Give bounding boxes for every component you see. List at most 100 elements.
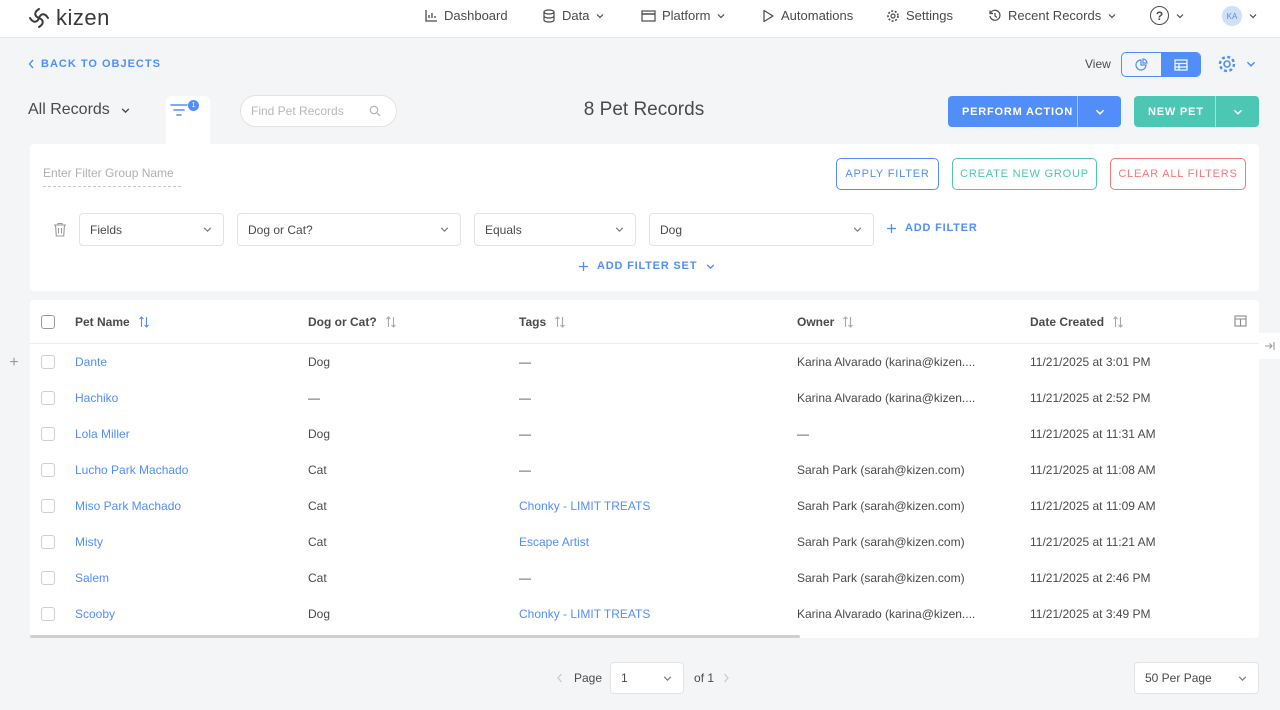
row-checkbox[interactable] (41, 391, 55, 405)
column-header-dog-or-cat[interactable]: Dog or Cat? (308, 315, 397, 329)
filter-icon (170, 104, 188, 116)
gear-icon (1218, 55, 1236, 73)
cell-tags[interactable]: Chonky - LIMIT TREATS (519, 499, 650, 513)
field-type-select[interactable]: Fields (79, 213, 224, 246)
sort-icon[interactable] (385, 316, 397, 328)
group-selector[interactable]: All Records (28, 101, 131, 119)
nav-recent-records[interactable]: Recent Records (988, 0, 1117, 31)
cell-type: Cat (308, 463, 327, 477)
row-checkbox[interactable] (41, 499, 55, 513)
table-row[interactable]: Lola Miller Dog — — 11/21/2025 at 11:31 AM (30, 416, 1259, 452)
table-row[interactable]: Misty Cat Escape Artist Sarah Park (sarah@k… (30, 524, 1259, 560)
trash-icon[interactable] (53, 222, 67, 237)
value-select[interactable]: Dog (649, 213, 874, 246)
nav-dashboard[interactable]: Dashboard (424, 0, 508, 31)
table-row[interactable]: Lucho Park Machado Cat — Sarah Park (sarah@… (30, 452, 1259, 488)
pie-chart-icon (1135, 58, 1148, 71)
select-all-checkbox[interactable] (41, 315, 55, 329)
table-row[interactable]: Salem Cat — Sarah Park (sarah@kizen.com) 11/… (30, 560, 1259, 596)
new-pet-button[interactable]: NEW PET (1134, 96, 1215, 127)
table-row[interactable]: Hachiko — — Karina Alvarado (karina@kizen..… (30, 380, 1259, 416)
search-input[interactable] (251, 104, 369, 118)
table-row[interactable]: Miso Park Machado Cat Chonky - LIMIT TREAT… (30, 488, 1259, 524)
back-to-objects-link[interactable]: BACK TO OBJECTS (28, 58, 161, 70)
sort-icon[interactable] (138, 316, 150, 328)
page-select[interactable]: 1 (610, 662, 685, 694)
cell-owner: — (797, 427, 809, 441)
add-filter-set-button[interactable]: ADD FILTER SET (578, 260, 716, 272)
cell-owner: Karina Alvarado (karina@kizen.... (797, 355, 976, 369)
filter-count-badge: 1 (188, 100, 199, 111)
cell-date: 11/21/2025 at 2:52 PM (1030, 391, 1151, 405)
clear-all-filters-button[interactable]: CLEAR ALL FILTERS (1110, 158, 1246, 190)
new-pet-dropdown[interactable] (1216, 96, 1259, 127)
filter-group-name-input[interactable]: Enter Filter Group Name (43, 166, 181, 187)
row-checkbox[interactable] (41, 355, 55, 369)
nav-automations[interactable]: Automations (762, 0, 853, 31)
help-menu[interactable]: ? (1150, 0, 1185, 31)
nav-platform[interactable]: Platform (641, 0, 726, 31)
per-page-select[interactable]: 50 Per Page (1134, 662, 1259, 694)
kizen-logo[interactable]: kizen (28, 5, 110, 31)
cell-type: Cat (308, 499, 327, 513)
column-label: Date Created (1030, 315, 1105, 329)
avatar[interactable]: KA (1222, 6, 1242, 26)
horizontal-scrollbar[interactable] (30, 635, 800, 638)
chart-view-button[interactable] (1122, 53, 1161, 76)
cell-owner: Sarah Park (sarah@kizen.com) (797, 499, 965, 513)
records-table: Pet Name Dog or Cat? Tags Owner Date Cre… (30, 300, 1259, 638)
pagination: Page 1 of 1 (556, 662, 730, 694)
table-row[interactable]: Scooby Dog Chonky - LIMIT TREATS Karina Alv… (30, 596, 1259, 632)
cell-tags[interactable]: Escape Artist (519, 535, 589, 549)
chevron-left-icon[interactable] (556, 673, 564, 683)
cell-owner: Karina Alvarado (karina@kizen.... (797, 391, 976, 405)
chevron-down-icon (597, 13, 604, 18)
perform-action-button[interactable]: PERFORM ACTION (948, 96, 1077, 127)
cell-name[interactable]: Dante (75, 355, 107, 369)
table-view-button[interactable] (1161, 53, 1200, 76)
cell-name[interactable]: Salem (75, 571, 109, 585)
columns-icon[interactable] (1234, 315, 1247, 327)
table-row[interactable]: Dante Dog — Karina Alvarado (karina@kizen..… (30, 344, 1259, 380)
column-header-owner[interactable]: Owner (797, 315, 854, 329)
chevron-down-icon (1233, 109, 1242, 115)
row-checkbox[interactable] (41, 463, 55, 477)
sort-icon[interactable] (1112, 316, 1124, 328)
cell-name[interactable]: Misty (75, 535, 103, 549)
sort-icon[interactable] (554, 316, 566, 328)
cell-name[interactable]: Hachiko (75, 391, 118, 405)
row-checkbox[interactable] (41, 607, 55, 621)
cell-type: Dog (308, 355, 331, 369)
row-checkbox[interactable] (41, 571, 55, 585)
per-page-value: 50 Per Page (1145, 671, 1212, 685)
filter-toggle-button[interactable]: 1 (166, 96, 210, 144)
avatar-menu[interactable] (1248, 0, 1258, 31)
add-filter-button[interactable]: ADD FILTER (886, 222, 978, 234)
nav-automations-label: Automations (781, 8, 854, 23)
row-checkbox[interactable] (41, 535, 55, 549)
column-header-date-created[interactable]: Date Created (1030, 315, 1124, 329)
operator-select[interactable]: Equals (474, 213, 636, 246)
cell-tags[interactable]: Chonky - LIMIT TREATS (519, 607, 650, 621)
create-new-group-button[interactable]: CREATE NEW GROUP (952, 158, 1097, 190)
cell-name[interactable]: Lola Miller (75, 427, 130, 441)
chevron-right-icon[interactable] (722, 673, 730, 683)
add-row-plus-icon[interactable]: + (0, 350, 28, 376)
apply-filter-button[interactable]: APPLY FILTER (836, 158, 939, 190)
cell-name[interactable]: Miso Park Machado (75, 499, 181, 513)
column-header-tags[interactable]: Tags (519, 315, 566, 329)
perform-action-dropdown[interactable] (1078, 96, 1121, 127)
sort-icon[interactable] (842, 316, 854, 328)
field-select[interactable]: Dog or Cat? (237, 213, 461, 246)
search-icon[interactable] (369, 105, 381, 117)
nav-data[interactable]: Data (542, 0, 605, 31)
cell-name[interactable]: Scooby (75, 607, 115, 621)
column-header-pet-name[interactable]: Pet Name (75, 315, 150, 329)
nav-settings[interactable]: Settings (886, 0, 953, 31)
expand-panel-button[interactable] (1259, 333, 1280, 359)
object-settings-button[interactable] (1217, 54, 1257, 74)
row-checkbox[interactable] (41, 427, 55, 441)
field-value: Dog or Cat? (248, 222, 313, 237)
column-label: Tags (519, 315, 547, 329)
cell-name[interactable]: Lucho Park Machado (75, 463, 188, 477)
